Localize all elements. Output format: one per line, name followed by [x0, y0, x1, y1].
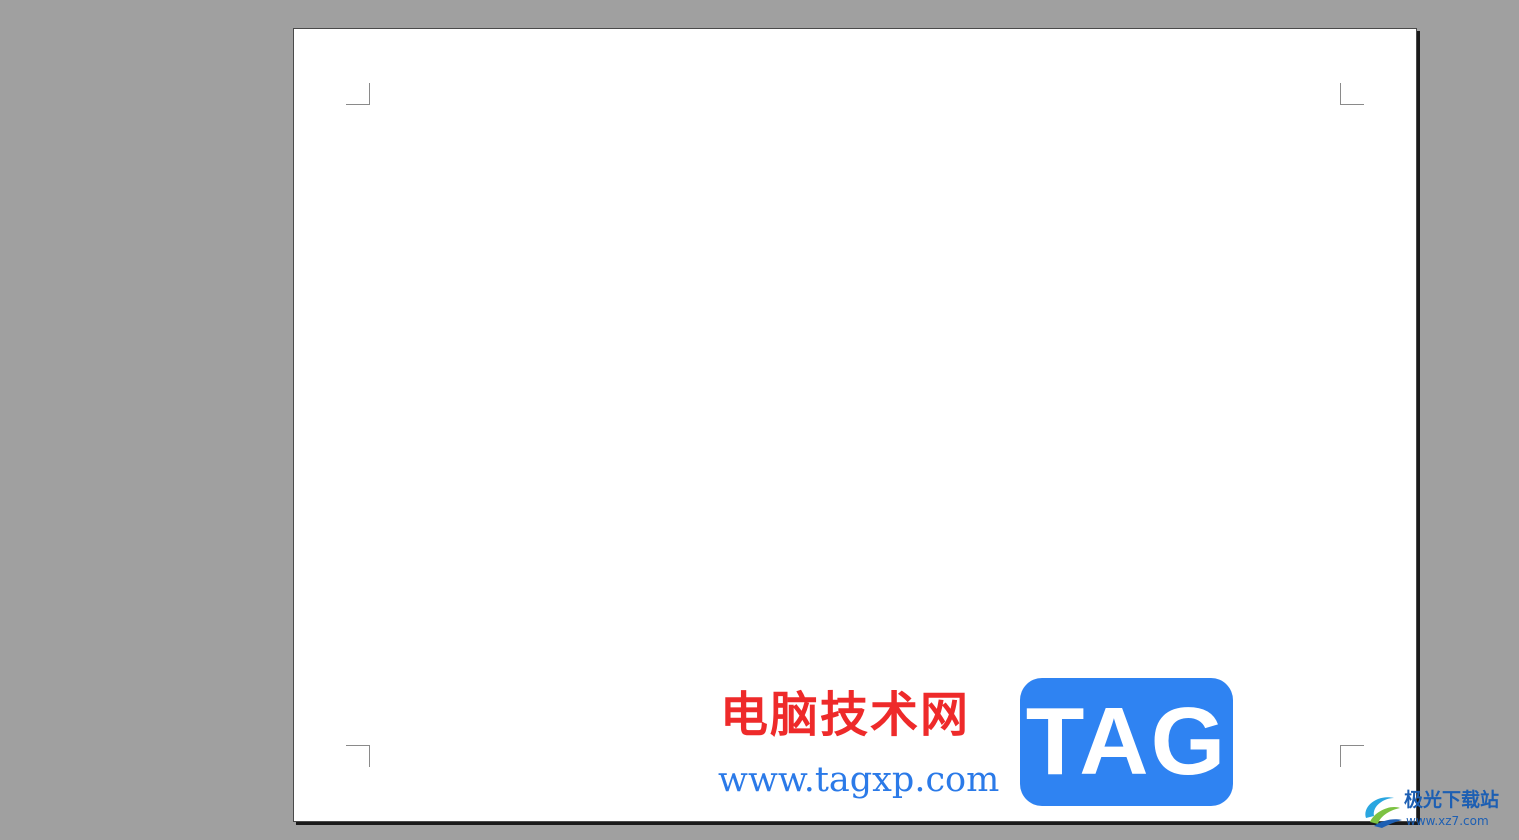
- brand-domain: www.xz7.com: [1406, 814, 1489, 828]
- brand-name: 极光下载站: [1404, 789, 1500, 811]
- margin-corner-top-left: [346, 83, 370, 105]
- watermark-site-name: 电脑技术网: [720, 687, 971, 743]
- document-workspace: 电脑技术网 www.tagxp.com TAG 极光下载站 www.xz7.co…: [0, 0, 1519, 840]
- aurora-swirl-icon: [1365, 797, 1402, 828]
- margin-corner-bottom-left: [346, 745, 370, 767]
- corner-brand-logo: 极光下载站 www.xz7.com: [1360, 786, 1515, 836]
- watermark-tag-logo: TAG: [1020, 678, 1233, 806]
- watermark-url: www.tagxp.com: [718, 760, 1000, 800]
- margin-corner-bottom-right: [1340, 745, 1364, 767]
- margin-corner-top-right: [1340, 83, 1364, 105]
